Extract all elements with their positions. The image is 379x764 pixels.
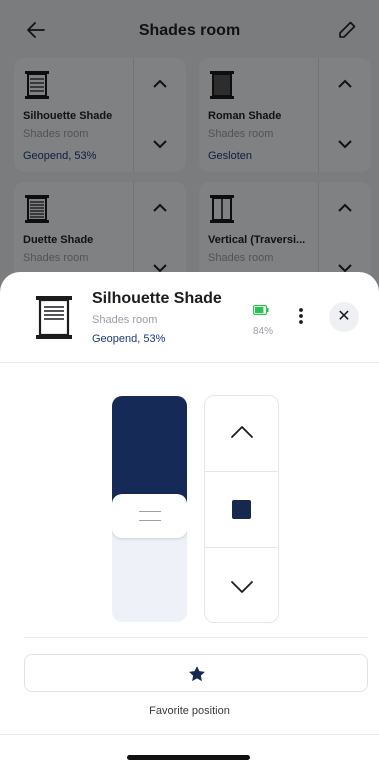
chevron-down-icon <box>231 581 253 593</box>
drag-handle-icon <box>139 511 161 521</box>
close-button[interactable]: ✕ <box>329 302 359 332</box>
shade-control-sheet: Silhouette Shade Shades room Geopend, 53… <box>0 272 379 764</box>
favorite-position-button[interactable] <box>24 654 368 692</box>
shade-room: Shades room <box>92 314 158 326</box>
stop-button[interactable] <box>205 471 278 547</box>
sheet-header: Silhouette Shade Shades room Geopend, 53… <box>0 272 379 363</box>
shade-icon <box>36 296 72 339</box>
battery-icon <box>253 305 269 315</box>
favorite-position-label: Favorite position <box>149 705 230 717</box>
slider-handle[interactable] <box>112 494 187 538</box>
app-screen: Shades room Silhouette Shade Shades room… <box>0 0 379 764</box>
shade-name: Silhouette Shade <box>92 290 222 307</box>
more-vertical-icon[interactable] <box>292 304 310 328</box>
home-indicator[interactable] <box>127 755 250 760</box>
shade-status: Geopend, 53% <box>92 333 166 345</box>
divider <box>24 637 368 638</box>
divider <box>0 734 379 735</box>
battery-level: 84% <box>253 326 274 337</box>
star-icon <box>189 666 205 682</box>
open-button[interactable] <box>205 396 278 471</box>
chevron-up-icon <box>231 426 253 438</box>
movement-controls <box>204 395 279 623</box>
close-icon: ✕ <box>337 308 351 325</box>
stop-icon <box>232 500 251 519</box>
position-slider[interactable] <box>112 396 187 622</box>
close-shade-button[interactable] <box>205 547 278 623</box>
